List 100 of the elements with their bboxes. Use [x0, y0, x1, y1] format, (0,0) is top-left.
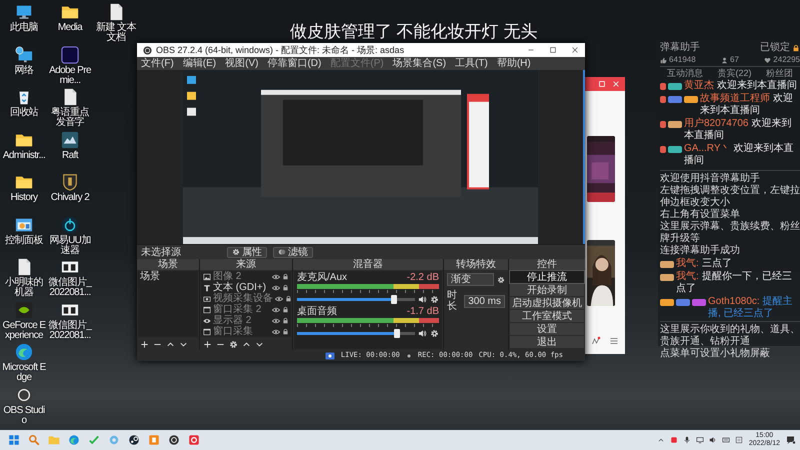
control-button[interactable]: 设置	[510, 323, 584, 335]
app-tile-icon[interactable]	[148, 434, 160, 446]
menu-item[interactable]: 停靠窗口(D)	[267, 58, 322, 69]
control-button[interactable]: 启动虚拟摄像机	[510, 297, 584, 309]
monitor-icon[interactable]	[696, 436, 704, 444]
swirl-icon[interactable]	[15, 343, 33, 361]
desktop-icon-label[interactable]: 此电脑	[1, 23, 47, 33]
source-item[interactable]: 窗口采集 2	[213, 304, 270, 315]
chart-icon[interactable]	[591, 336, 601, 346]
desktop-icon-label[interactable]: 粤语重点发音字	[47, 108, 93, 128]
ring-icon[interactable]	[168, 434, 180, 446]
add-icon[interactable]	[203, 340, 212, 348]
properties-button[interactable]: 属性	[227, 246, 267, 258]
desktop-icon-label[interactable]: GeForce Experience	[1, 320, 47, 340]
lock-icon[interactable]	[285, 295, 292, 302]
duration-field[interactable]: 300 ms	[464, 294, 505, 308]
camera-icon	[203, 294, 211, 302]
add-icon[interactable]	[140, 340, 149, 348]
menu-item[interactable]: 帮助(H)	[496, 58, 531, 69]
desktop-icon-label[interactable]: History	[1, 193, 47, 203]
visibility-icon[interactable]	[272, 316, 280, 324]
menu-item[interactable]: 视图(V)	[225, 58, 258, 69]
control-button[interactable]: 工作室模式	[510, 310, 584, 322]
slider-thumb[interactable]	[394, 329, 400, 338]
settings-icon[interactable]	[497, 276, 505, 284]
menu-item[interactable]: 工具(T)	[455, 58, 488, 69]
tab[interactable]: 粉丝团	[766, 67, 793, 79]
start-icon[interactable]	[8, 434, 20, 446]
desktop-icon-label[interactable]: Administr...	[1, 150, 47, 160]
menu-item[interactable]: 场景集合(S)	[392, 58, 446, 69]
menu-item[interactable]: 文件(F)	[141, 58, 174, 69]
speaker-icon[interactable]	[708, 436, 717, 444]
source-item[interactable]: 视频采集设备	[213, 293, 273, 304]
lock-icon[interactable]	[282, 306, 289, 313]
power-icon[interactable]	[61, 216, 79, 234]
desktop-icon-label[interactable]: 微信图片_2022081...	[47, 320, 93, 340]
desktop-icon-label[interactable]: 微信图片_2022081...	[47, 278, 93, 298]
steam-icon[interactable]	[128, 434, 140, 446]
desktop-icon-label[interactable]: 控制面板	[1, 236, 47, 246]
source-item[interactable]: 窗口采集	[213, 326, 270, 337]
app-tile-icon[interactable]	[61, 130, 79, 148]
lock-icon[interactable]	[282, 284, 289, 291]
desktop-icon-label[interactable]: Microsoft Edge	[1, 363, 47, 383]
notification-icon[interactable]	[786, 435, 796, 445]
volume-slider[interactable]	[297, 298, 415, 301]
menu-item[interactable]: 编辑(E)	[182, 58, 216, 69]
settings-icon[interactable]	[430, 295, 439, 304]
control-button[interactable]: 退出	[510, 336, 584, 348]
source-item[interactable]: 图像 2	[213, 271, 270, 282]
speaker-icon[interactable]	[418, 295, 427, 304]
control-button[interactable]: 开始录制	[510, 284, 584, 296]
settings-icon[interactable]	[229, 340, 238, 348]
speaker-icon[interactable]	[418, 329, 427, 338]
source-item[interactable]: 文本 (GDI+)	[213, 282, 270, 293]
desktop-icon-label[interactable]: 网易UU加速器	[47, 236, 93, 256]
app-tile-icon[interactable]	[15, 300, 33, 318]
close-icon[interactable]	[571, 46, 579, 54]
lock-icon[interactable]	[792, 44, 800, 52]
desktop-icon-label[interactable]: 网络	[1, 66, 47, 76]
desktop-icon-label[interactable]: Adobe Premie...	[47, 66, 93, 86]
desktop-icon-label[interactable]: 小明味的机器	[1, 278, 47, 298]
lock-icon[interactable]	[282, 328, 289, 335]
menu-icon[interactable]	[609, 336, 619, 346]
visibility-icon[interactable]	[275, 294, 283, 302]
app-tile-icon[interactable]	[188, 434, 200, 446]
chart-window-icon[interactable]	[15, 216, 33, 234]
desktop-icon-label[interactable]: OBS Studio	[1, 406, 47, 426]
tab[interactable]: 贵宾(22)	[717, 67, 752, 79]
source-item[interactable]: 显示器 2	[213, 315, 270, 326]
desktop-icon-label[interactable]: Media	[47, 23, 93, 33]
desktop-icon-label[interactable]: 新建 文本文档	[93, 23, 139, 43]
maximize-icon[interactable]	[549, 46, 557, 54]
visibility-icon[interactable]	[272, 328, 280, 336]
transition-select[interactable]: 渐变	[447, 273, 494, 286]
monitor-icon[interactable]	[15, 3, 33, 21]
visibility-icon[interactable]	[272, 284, 280, 292]
check-icon[interactable]	[88, 434, 100, 446]
control-button[interactable]: 停止推流	[510, 271, 584, 283]
desktop-icon-label[interactable]: Raft	[47, 150, 93, 160]
scene-item[interactable]: 场景	[138, 271, 198, 282]
lock-icon[interactable]	[282, 273, 289, 280]
notice-line: 右上角有设置菜单	[660, 209, 741, 220]
app-tile-icon[interactable]	[61, 46, 79, 64]
keyboard-icon[interactable]	[722, 436, 730, 444]
globe-monitor-icon[interactable]	[15, 46, 33, 64]
tab[interactable]: 互动消息	[667, 67, 704, 79]
slider-thumb[interactable]	[390, 295, 397, 304]
microphone-icon[interactable]	[682, 436, 691, 444]
visibility-icon[interactable]	[272, 306, 280, 314]
visibility-icon[interactable]	[272, 272, 280, 280]
calendar-icon[interactable]	[734, 436, 743, 444]
chevron-up-icon[interactable]	[656, 436, 665, 444]
desktop-icon-label[interactable]: Chivalry 2	[47, 193, 93, 203]
filters-button[interactable]: 滤镜	[273, 246, 313, 258]
lock-icon[interactable]	[282, 317, 289, 324]
settings-icon[interactable]	[430, 329, 439, 338]
desktop-icon-label[interactable]: 回收站	[1, 108, 47, 118]
shield-icon[interactable]	[61, 173, 79, 191]
ring-icon[interactable]	[15, 386, 33, 404]
app-tile-icon[interactable]	[670, 436, 678, 444]
